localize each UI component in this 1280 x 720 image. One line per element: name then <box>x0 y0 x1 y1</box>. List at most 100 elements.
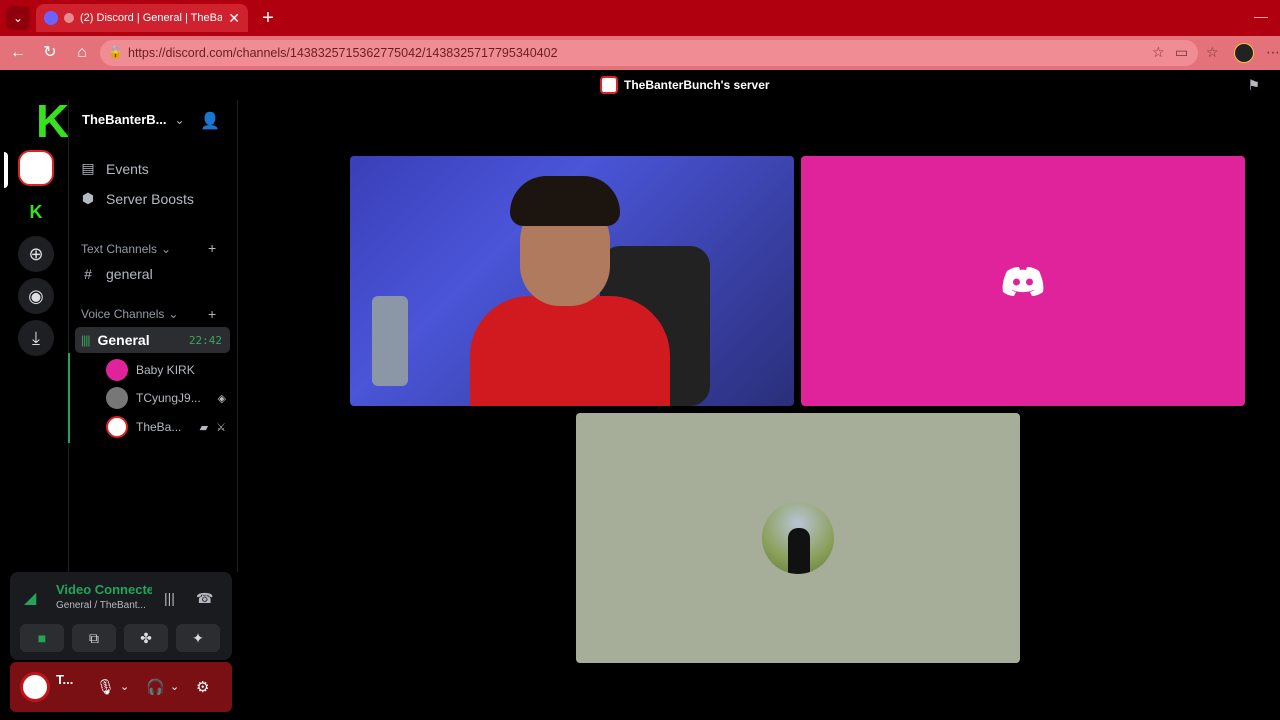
home-icon[interactable]: ⌂ <box>72 43 92 63</box>
crossed-swords-icon: ⚔ <box>216 421 226 434</box>
soundboard-button[interactable]: ✦ <box>176 624 220 652</box>
invite-people-icon[interactable]: 👤 <box>200 111 220 131</box>
reload-icon[interactable]: ↻ <box>40 43 60 63</box>
chevron-down-icon: ⌄ <box>168 307 179 321</box>
guild-header[interactable]: TheBanterB... ⌄ <box>82 112 185 127</box>
calendar-icon: ▤ <box>81 160 95 176</box>
k4-logo-k: K <box>36 95 70 147</box>
noise-suppression-icon[interactable]: ||| <box>164 590 175 606</box>
voice-user[interactable]: TCyungJ9... ◈ <box>106 387 226 409</box>
server-title: TheBanterBunch's server <box>600 76 770 94</box>
browser-toolbar: ← ↻ ⌂ 🔒 https://discord.com/channels/143… <box>0 36 1280 70</box>
guild-name: TheBanterB... <box>82 112 167 127</box>
gear-icon[interactable]: ⚙ <box>196 678 209 696</box>
chevron-down-icon: ⌄ <box>174 112 185 127</box>
soundboard-icon: ✦ <box>192 629 204 646</box>
discover-icon[interactable]: ◉ <box>18 278 54 314</box>
events-label: Events <box>106 160 149 177</box>
video-camera-icon: ■ <box>37 630 47 646</box>
discord-title-bar: TheBanterBunch's server ⚑ <box>0 70 1280 100</box>
text-channels-category[interactable]: Text Channels ⌄ <box>81 242 171 256</box>
browser-tab[interactable]: (2) Discord | General | TheBanterBunch's… <box>36 4 248 32</box>
server-icon <box>600 76 618 94</box>
channel-label: general <box>106 266 153 282</box>
share-screen-button[interactable]: ⧉ <box>72 624 116 652</box>
discord-favicon-icon <box>44 11 58 25</box>
screen-share-icon: ⧉ <box>89 629 99 646</box>
voice-channels-category[interactable]: Voice Channels ⌄ <box>81 307 178 321</box>
tab-audio-icon[interactable] <box>64 13 74 23</box>
profile-avatar[interactable] <box>1234 43 1254 63</box>
person-body-image <box>470 296 670 406</box>
create-text-channel-icon[interactable]: + <box>208 240 216 256</box>
activities-icon: ✤ <box>140 629 152 646</box>
activities-button[interactable]: ✤ <box>124 624 168 652</box>
user-panel: T... 🎙 ⌄ 🎧 ⌄ ⚙ <box>10 662 232 712</box>
favorites-icon[interactable]: ☆ <box>1206 44 1219 61</box>
chevron-down-icon[interactable]: ⌄ <box>170 680 179 693</box>
server-boosts-label: Server Boosts <box>106 190 194 207</box>
favorite-star-icon[interactable]: ☆ <box>1152 44 1165 61</box>
voice-channels-label: Voice Channels <box>81 307 165 321</box>
chevron-down-icon: ⌄ <box>161 242 172 256</box>
server-rail: K ⊕ ◉ ⤓ <box>4 100 68 572</box>
avatar <box>762 502 834 574</box>
voice-user[interactable]: TheBa... ▰ ⚔ <box>106 416 226 438</box>
disconnect-icon[interactable]: ☎ <box>196 590 213 607</box>
camera-in-use-icon[interactable]: ▭ <box>1175 44 1188 61</box>
new-tab-button[interactable]: + <box>256 6 280 30</box>
create-voice-channel-icon[interactable]: + <box>208 306 216 322</box>
camera-toggle-button[interactable]: ■ <box>20 624 64 652</box>
voice-location[interactable]: General / TheBant... <box>56 600 146 611</box>
avatar <box>106 416 128 438</box>
back-icon[interactable]: ← <box>8 43 28 63</box>
url-text: https://discord.com/channels/14383257153… <box>128 46 558 60</box>
avatar <box>106 359 128 381</box>
boost-icon: ⬢ <box>81 190 95 206</box>
channel-general-text[interactable]: # general <box>80 266 153 282</box>
text-channels-label: Text Channels <box>81 242 158 256</box>
video-tile-baby-kirk[interactable] <box>801 156 1245 406</box>
address-bar[interactable]: 🔒 https://discord.com/channels/143832571… <box>100 40 1198 66</box>
voice-user[interactable]: Baby KIRK <box>106 359 226 381</box>
download-apps-icon[interactable]: ⤓ <box>18 320 54 356</box>
discord-logo-icon <box>1002 267 1044 296</box>
voice-channel-general[interactable]: |||| General 22:42 <box>75 327 230 353</box>
voice-duration: 22:42 <box>188 333 222 347</box>
inbox-flag-icon[interactable]: ⚑ <box>1247 77 1260 94</box>
k4-server-icon[interactable]: K <box>18 194 54 230</box>
user-name[interactable]: T... <box>56 672 73 687</box>
voice-user-name: Baby KIRK <box>136 363 195 377</box>
minimize-window-icon[interactable]: — <box>1254 8 1268 24</box>
microphone-icon[interactable]: 🎙 <box>96 678 115 696</box>
avatar <box>106 387 128 409</box>
sidebar-item-events[interactable]: ▤ Events <box>80 160 149 177</box>
headphones-icon[interactable]: 🎧 <box>146 678 165 696</box>
video-tile-tcyung[interactable] <box>576 413 1020 663</box>
close-tab-icon[interactable]: ✕ <box>228 10 240 27</box>
server-title-text: TheBanterBunch's server <box>624 78 770 92</box>
person-figure-image <box>788 528 810 574</box>
tab-title: (2) Discord | General | TheBanterBunch's… <box>80 12 223 24</box>
tab-list-dropdown-icon[interactable]: ⌄ <box>6 6 30 30</box>
hashtag-icon: # <box>84 266 92 282</box>
sidebar-item-server-boosts[interactable]: ⬢ Server Boosts <box>80 190 194 207</box>
site-info-icon[interactable]: 🔒 <box>108 45 123 59</box>
cup-image <box>372 296 408 386</box>
video-camera-icon: ▰ <box>199 421 209 434</box>
add-server-icon[interactable]: ⊕ <box>18 236 54 272</box>
chevron-down-icon[interactable]: ⌄ <box>120 680 129 693</box>
banterbunch-server-icon[interactable] <box>18 150 54 186</box>
connection-signal-icon[interactable]: ◢ <box>24 588 36 608</box>
video-tile-webcam[interactable] <box>350 156 794 406</box>
voice-activity-icon: |||| <box>81 333 91 347</box>
more-menu-icon[interactable]: ⋯ <box>1266 44 1280 61</box>
person-hair-image <box>510 176 620 226</box>
browser-tab-bar: ⌄ (2) Discord | General | TheBanterBunch… <box>0 0 1280 36</box>
voice-channel-label: General <box>97 332 150 348</box>
selected-server-indicator <box>4 152 8 188</box>
voice-connection-panel: ◢ Video Connected General / TheBant... |… <box>10 572 232 660</box>
voice-status: Video Connected <box>56 582 152 597</box>
voice-user-name: TCyungJ9... <box>136 391 201 405</box>
user-avatar[interactable] <box>20 672 50 702</box>
